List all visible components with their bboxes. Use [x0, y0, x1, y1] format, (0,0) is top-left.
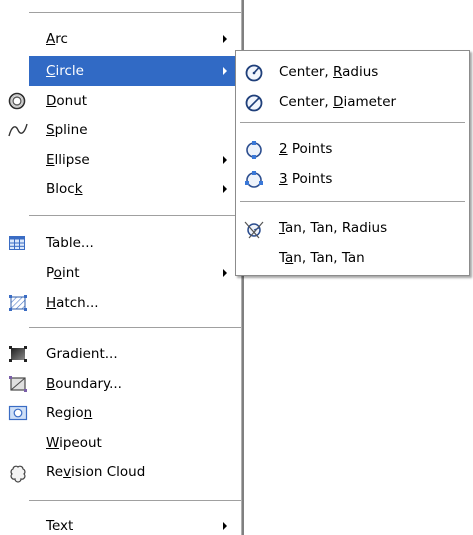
menu-item-label: Text — [46, 518, 74, 534]
submenu-arrow-icon — [223, 269, 227, 277]
menu-separator — [29, 500, 241, 501]
submenu-item-label: 3 Points — [279, 171, 333, 187]
menu-item-circle[interactable]: Circle — [29, 56, 241, 86]
circle-submenu: Center, Radius Center, Diameter 2 Points… — [235, 50, 470, 276]
three-points-icon — [244, 170, 264, 190]
submenu-item-2-points[interactable]: 2 Points — [236, 135, 469, 163]
menu-item-label: Gradient... — [46, 346, 118, 362]
menu-item-table[interactable]: Table... — [0, 228, 241, 258]
draw-menu: Arc Circle Donut Spline Ellipse Block Ta… — [0, 0, 244, 535]
menu-item-gradient[interactable]: Gradient... — [0, 339, 241, 369]
menu-item-label: Region — [46, 405, 93, 421]
submenu-item-tan-tan-tan[interactable]: Tan, Tan, Tan — [236, 244, 469, 272]
menu-item-label: Boundary... — [46, 376, 122, 392]
spline-icon — [8, 121, 28, 139]
menu-item-revision-cloud[interactable]: Revision Cloud — [0, 457, 241, 487]
menu-item-label: Donut — [46, 93, 88, 109]
menu-item-hatch[interactable]: Hatch... — [0, 288, 241, 318]
submenu-item-label: Tan, Tan, Radius — [279, 220, 388, 236]
menu-item-ellipse[interactable]: Ellipse — [0, 145, 241, 175]
submenu-arrow-icon — [223, 67, 227, 75]
draw-menu-screenshot: Arc Circle Donut Spline Ellipse Block Ta… — [0, 0, 473, 535]
menu-item-label: Point — [46, 265, 80, 281]
submenu-item-3-points[interactable]: 3 Points — [236, 165, 469, 193]
revision-cloud-icon — [8, 463, 26, 483]
menu-item-label: Wipeout — [46, 435, 102, 451]
center-radius-icon — [244, 63, 264, 83]
menu-separator — [29, 215, 241, 216]
donut-icon — [8, 92, 26, 110]
menu-item-spline[interactable]: Spline — [0, 115, 241, 145]
submenu-item-label: Center, Radius — [279, 64, 379, 80]
table-icon — [8, 234, 26, 252]
submenu-arrow-icon — [223, 35, 227, 43]
menu-item-label: Block — [46, 181, 83, 197]
tan-tan-radius-icon — [244, 219, 264, 239]
menu-separator — [29, 12, 241, 13]
menu-item-boundary[interactable]: Boundary... — [0, 369, 241, 399]
submenu-arrow-icon — [223, 156, 227, 164]
hatch-icon — [8, 294, 27, 312]
menu-item-arc[interactable]: Arc — [0, 24, 241, 54]
menu-item-label: Circle — [46, 63, 84, 79]
submenu-item-tan-tan-radius[interactable]: Tan, Tan, Radius — [236, 214, 469, 242]
region-icon — [8, 404, 28, 422]
menu-item-label: Arc — [46, 31, 68, 47]
submenu-item-label: Center, Diameter — [279, 94, 397, 110]
menu-item-label: Spline — [46, 122, 88, 138]
gradient-icon — [8, 345, 27, 363]
menu-item-wipeout[interactable]: Wipeout — [0, 428, 241, 458]
submenu-item-center-diameter[interactable]: Center, Diameter — [236, 88, 469, 116]
center-diameter-icon — [244, 93, 264, 113]
submenu-arrow-icon — [223, 185, 227, 193]
menu-item-label: Revision Cloud — [46, 464, 146, 480]
submenu-item-label: Tan, Tan, Tan — [279, 250, 365, 266]
submenu-separator — [240, 201, 465, 202]
menu-item-block[interactable]: Block — [0, 174, 241, 204]
submenu-separator — [240, 122, 465, 123]
menu-separator — [29, 327, 241, 328]
two-points-icon — [244, 140, 264, 160]
submenu-item-label: 2 Points — [279, 141, 333, 157]
menu-item-label: Ellipse — [46, 152, 90, 168]
boundary-icon — [8, 375, 27, 393]
submenu-arrow-icon — [223, 522, 227, 530]
menu-item-point[interactable]: Point — [0, 258, 241, 288]
menu-item-region[interactable]: Region — [0, 398, 241, 428]
menu-item-text[interactable]: Text — [0, 511, 241, 535]
menu-item-label: Hatch... — [46, 295, 99, 311]
menu-item-label: Table... — [46, 235, 94, 251]
submenu-item-center-radius[interactable]: Center, Radius — [236, 58, 469, 86]
menu-item-donut[interactable]: Donut — [0, 86, 241, 116]
